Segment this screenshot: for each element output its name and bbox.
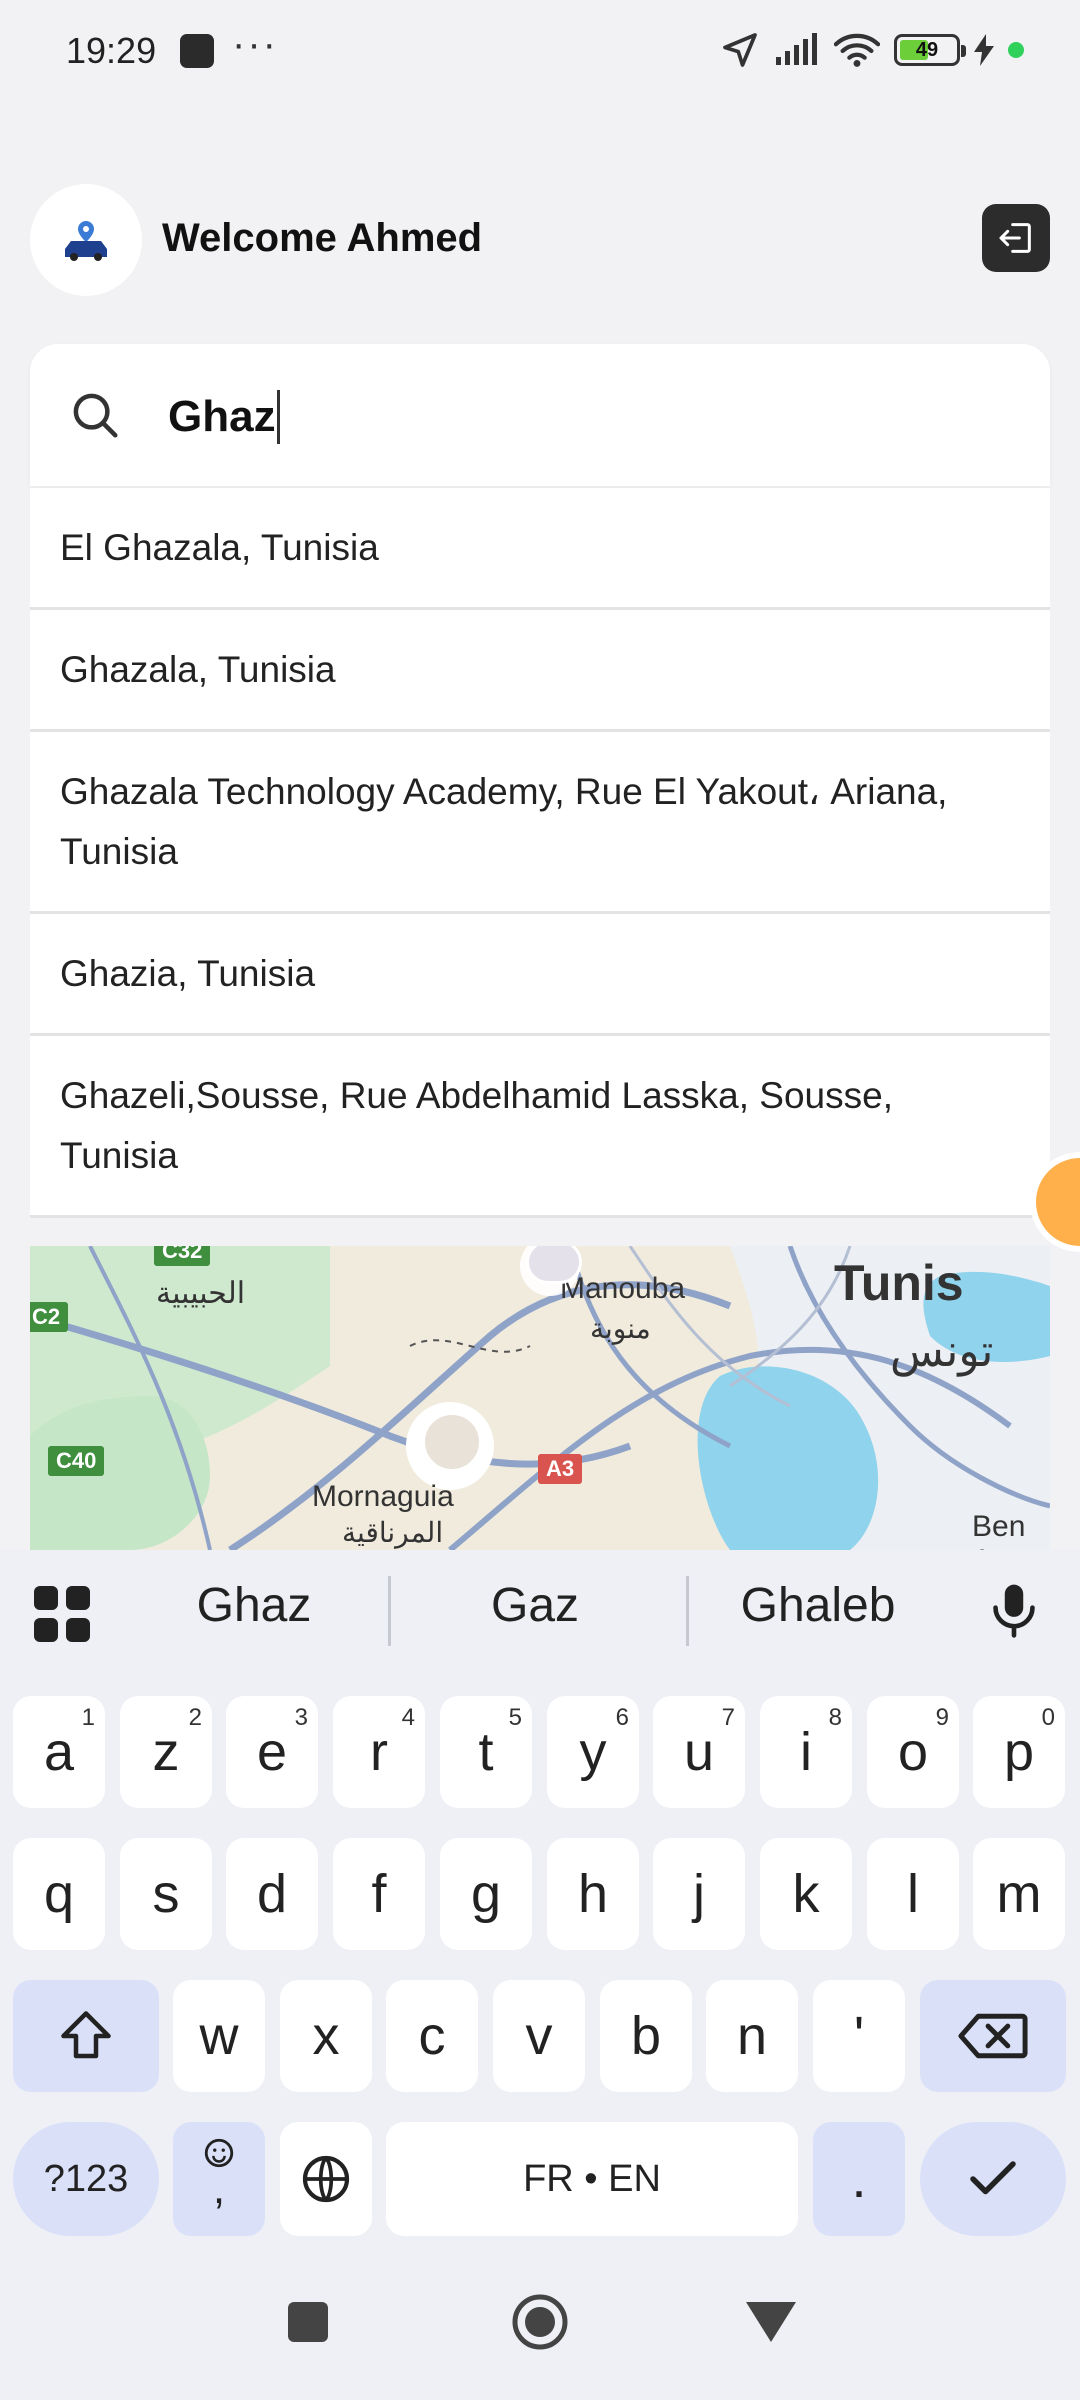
logout-button[interactable] xyxy=(982,204,1050,272)
word-suggestion[interactable]: Ghaz xyxy=(124,1578,384,1633)
notification-app-icon xyxy=(180,34,214,68)
app-logo-avatar xyxy=(30,184,142,296)
key-o[interactable]: o9 xyxy=(867,1696,959,1808)
car-marker-icon[interactable] xyxy=(422,1412,482,1472)
text-cursor xyxy=(276,390,280,444)
more-notifications-icon: ··· xyxy=(232,22,278,66)
enter-key[interactable] xyxy=(920,2122,1066,2236)
emoji-comma-key[interactable]: , xyxy=(173,2122,265,2236)
keyboard: Ghaz Gaz Ghaleb a1 z2 e3 r4 t5 y6 u7 i8 … xyxy=(0,1550,1080,2254)
key-m[interactable]: m xyxy=(973,1838,1065,1950)
key-apostrophe[interactable]: ' xyxy=(813,1980,905,2092)
car-location-icon xyxy=(65,221,107,261)
divider xyxy=(388,1576,391,1646)
key-e[interactable]: e3 xyxy=(226,1696,318,1808)
key-t[interactable]: t5 xyxy=(440,1696,532,1808)
backspace-key[interactable] xyxy=(920,1980,1066,2092)
road-badge-a3: A3 xyxy=(538,1454,583,1484)
search-box[interactable]: Ghaz xyxy=(30,344,1050,486)
word-suggestion[interactable]: Ghaleb xyxy=(688,1578,948,1633)
key-p[interactable]: p0 xyxy=(973,1696,1065,1808)
key-j[interactable]: j xyxy=(653,1838,745,1950)
globe-icon xyxy=(302,2155,350,2203)
navigation-bar xyxy=(0,2254,1080,2400)
key-k[interactable]: k xyxy=(760,1838,852,1950)
car-marker-icon[interactable] xyxy=(526,1246,582,1284)
key-l[interactable]: l xyxy=(867,1838,959,1950)
suggestion-item[interactable]: Ghazeli,Sousse, Rue Abdelhamid Lasska, S… xyxy=(30,1036,1050,1218)
key-c[interactable]: c xyxy=(386,1980,478,2092)
map-view[interactable]: Tunis تونس Manouba منوبة Mornaguia المرن… xyxy=(30,1246,1050,1550)
microphone-icon[interactable] xyxy=(986,1580,1042,1640)
suggestion-item[interactable]: Ghazala, Tunisia xyxy=(30,610,1050,732)
road-badge-c2: C2 xyxy=(30,1302,69,1332)
language-key[interactable] xyxy=(280,2122,372,2236)
logout-icon xyxy=(999,223,1031,253)
suggestion-item[interactable]: El Ghazala, Tunisia xyxy=(30,488,1050,610)
key-a[interactable]: a1 xyxy=(13,1696,105,1808)
key-y[interactable]: y6 xyxy=(547,1696,639,1808)
space-key[interactable]: FR • EN xyxy=(386,2122,798,2236)
map-label-ben-arous: Ben A xyxy=(972,1510,1026,1550)
location-icon xyxy=(723,33,757,67)
suggestion-item[interactable]: Ghazia, Tunisia xyxy=(30,914,1050,1036)
key-n[interactable]: n xyxy=(706,1980,798,2092)
key-h[interactable]: h xyxy=(547,1838,639,1950)
key-g[interactable]: g xyxy=(440,1838,532,1950)
period-key[interactable]: . xyxy=(813,2122,905,2236)
shift-icon xyxy=(61,2011,111,2059)
road-badge-c32: C32 xyxy=(154,1246,211,1266)
key-b[interactable]: b xyxy=(600,1980,692,2092)
status-bar: 19:29 ··· 49 xyxy=(0,0,1080,100)
search-input[interactable]: Ghaz xyxy=(168,390,280,444)
back-button[interactable] xyxy=(744,2300,798,2344)
search-icon xyxy=(73,393,118,438)
checkmark-icon xyxy=(970,2161,1016,2195)
battery-icon: 49 xyxy=(894,34,966,66)
map-label-tunis-ar: تونس xyxy=(890,1327,994,1376)
shift-key[interactable] xyxy=(13,1980,159,2092)
map-label-manouba: Manouba xyxy=(560,1272,686,1305)
map-label-tunis: Tunis xyxy=(834,1255,964,1311)
key-v[interactable]: v xyxy=(493,1980,585,2092)
recents-button[interactable] xyxy=(288,2302,328,2342)
key-z[interactable]: z2 xyxy=(120,1696,212,1808)
key-x[interactable]: x xyxy=(280,1980,372,2092)
key-s[interactable]: s xyxy=(120,1838,212,1950)
key-f[interactable]: f xyxy=(333,1838,425,1950)
map-label-mornaguia-ar: المرناقية xyxy=(342,1517,444,1548)
wifi-icon xyxy=(834,33,880,67)
keyboard-suggestion-bar: Ghaz Gaz Ghaleb xyxy=(0,1550,1080,1670)
key-q[interactable]: q xyxy=(13,1838,105,1950)
word-suggestion[interactable]: Gaz xyxy=(405,1578,665,1633)
symbols-key[interactable]: ?123 xyxy=(13,2122,159,2236)
map-label-habibia-ar: الحبيبية xyxy=(156,1277,246,1310)
welcome-title: Welcome Ahmed xyxy=(162,216,483,260)
charging-icon xyxy=(974,34,994,66)
key-u[interactable]: u7 xyxy=(653,1696,745,1808)
suggestion-list: El Ghazala, Tunisia Ghazala, Tunisia Gha… xyxy=(30,488,1050,1218)
status-time: 19:29 xyxy=(66,30,157,71)
privacy-indicator xyxy=(1008,42,1024,58)
key-r[interactable]: r4 xyxy=(333,1696,425,1808)
map-label-mornaguia: Mornaguia xyxy=(312,1480,454,1513)
map-label-manouba-ar: منوبة xyxy=(590,1313,651,1344)
key-w[interactable]: w xyxy=(173,1980,265,2092)
backspace-icon xyxy=(958,2013,1028,2059)
apps-grid-icon[interactable] xyxy=(34,1586,92,1644)
signal-icon xyxy=(776,33,817,65)
suggestion-item[interactable]: Ghazala Technology Academy, Rue El Yakou… xyxy=(30,732,1050,914)
key-d[interactable]: d xyxy=(226,1838,318,1950)
road-badge-c40: C40 xyxy=(48,1446,105,1476)
key-i[interactable]: i8 xyxy=(760,1696,852,1808)
home-button[interactable] xyxy=(510,2292,570,2352)
